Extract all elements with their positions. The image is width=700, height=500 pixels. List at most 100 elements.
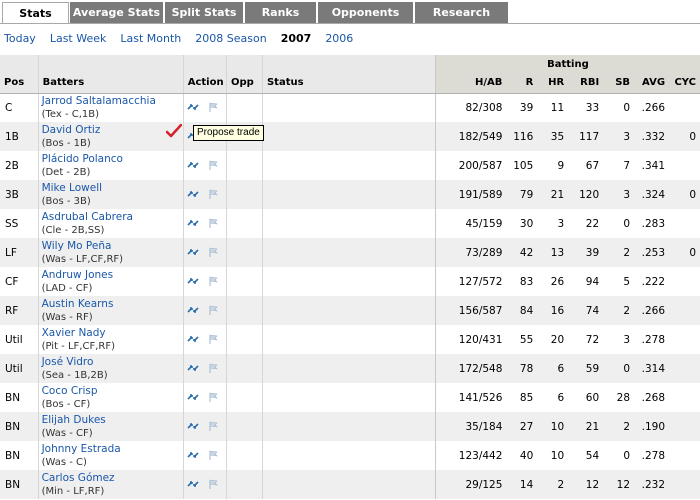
player-team-positions: (Was - C) <box>41 456 87 468</box>
position-cell: SS <box>0 209 39 238</box>
col-header-rbi[interactable]: RBI <box>568 73 604 94</box>
player-team-positions: (Bos - 1B) <box>41 137 91 149</box>
table-row: C Jarrod Saltalamacchia (Tex - C,1B) 82/308… <box>0 93 700 122</box>
trade-arrows-icon[interactable] <box>187 421 199 431</box>
player-name-link[interactable]: Xavier Nady <box>42 327 183 340</box>
tab-research[interactable]: Research <box>415 2 509 23</box>
batter-cell: Plácido Polanco (Det - 2B) <box>38 151 184 180</box>
player-name-link[interactable]: Johnny Estrada <box>42 443 183 456</box>
stats-tab-bar: Stats Average Stats Split Stats Ranks Oppone… <box>0 0 700 24</box>
trade-arrows-icon[interactable] <box>187 247 199 257</box>
trade-arrows-icon[interactable] <box>187 189 199 199</box>
trade-arrows-icon[interactable] <box>187 218 199 228</box>
col-header-pos[interactable]: Pos <box>0 73 39 94</box>
status-cell <box>262 267 435 296</box>
stat-rbi-cell: 67 <box>585 159 600 172</box>
position-cell: 3B <box>0 180 39 209</box>
flag-icon[interactable] <box>208 218 218 228</box>
player-name-link[interactable]: Coco Crisp <box>42 385 183 398</box>
table-row: Util Xavier Nady (Pit - LF,CF,RF) 120/431 55… <box>0 325 700 354</box>
trade-arrows-icon[interactable] <box>187 276 199 286</box>
stat-cyc-cell <box>669 209 700 238</box>
stat-rbi-cell: 74 <box>568 296 604 325</box>
stat-h-ab-cell: 191/589 <box>434 180 507 209</box>
player-name-link[interactable]: Wily Mo Peña <box>42 240 183 253</box>
tab-stats[interactable]: Stats <box>2 2 69 24</box>
stat-avg-cell: .283 <box>641 217 666 230</box>
table-row: BN Johnny Estrada (Was - C) 123/442 40 10 54 0.… <box>0 441 700 470</box>
player-name-link[interactable]: Jarrod Saltalamacchia <box>42 95 183 108</box>
opp-cell <box>226 267 263 296</box>
col-header-h-ab[interactable]: H/AB <box>435 73 507 94</box>
flag-icon[interactable] <box>208 363 218 373</box>
stat-h-ab-cell: 82/308 <box>434 93 507 122</box>
trade-arrows-icon[interactable] <box>187 450 199 460</box>
stat-avg-cell: .253 <box>634 238 670 267</box>
action-cell <box>183 325 227 354</box>
flag-icon[interactable] <box>208 102 218 113</box>
position-cell: CF <box>0 267 39 296</box>
tab-split-stats[interactable]: Split Stats <box>165 2 244 23</box>
stat-h-ab-cell: 45/159 <box>434 209 507 238</box>
trade-arrows-icon[interactable] <box>187 102 199 112</box>
trade-arrows-icon[interactable] <box>187 363 199 373</box>
flag-icon[interactable] <box>208 305 218 315</box>
trade-arrows-icon[interactable] <box>187 392 199 402</box>
player-name-link[interactable]: Plácido Polanco <box>42 153 183 166</box>
trade-arrows-icon[interactable] <box>187 305 199 315</box>
filter-last-week[interactable]: Last Week <box>50 32 107 48</box>
stat-sb-cell: 3 <box>603 122 635 151</box>
flag-icon[interactable] <box>208 334 218 344</box>
stat-hr-cell: 10 <box>537 412 569 441</box>
stat-r-cell: 55 <box>519 333 534 346</box>
filter-last-month[interactable]: Last Month <box>120 32 181 48</box>
player-name-link[interactable]: Carlos Gómez <box>42 472 183 485</box>
opp-cell <box>226 180 263 209</box>
player-name-link[interactable]: José Vidro <box>42 356 183 369</box>
col-header-r[interactable]: R <box>506 73 538 94</box>
stat-r-cell: 79 <box>506 180 538 209</box>
stat-avg-cell: .332 <box>634 122 670 151</box>
player-name-link[interactable]: Asdrubal Cabrera <box>42 211 183 224</box>
status-cell <box>262 412 436 441</box>
flag-icon[interactable] <box>208 421 218 431</box>
flag-icon[interactable] <box>208 160 218 170</box>
action-cell <box>183 180 227 209</box>
flag-icon[interactable] <box>208 479 218 489</box>
col-header-avg[interactable]: AVG <box>634 73 670 94</box>
stat-hr-cell: 21 <box>537 180 569 209</box>
player-name-link[interactable]: Austin Kearns <box>42 298 183 311</box>
flag-icon[interactable] <box>208 450 218 460</box>
status-cell <box>262 296 436 325</box>
tab-average-stats[interactable]: Average Stats <box>70 2 164 23</box>
trade-arrows-icon[interactable] <box>187 334 199 344</box>
flag-icon[interactable] <box>208 276 218 286</box>
col-header-sb[interactable]: SB <box>603 73 635 94</box>
col-header-hr[interactable]: HR <box>537 73 569 94</box>
stat-cyc-cell <box>669 296 700 325</box>
player-name-link[interactable]: Mike Lowell <box>42 182 183 195</box>
flag-icon[interactable] <box>208 247 218 257</box>
position-cell: 2B <box>0 151 39 180</box>
tab-opponents[interactable]: Opponents <box>318 2 414 23</box>
filter-2008-season[interactable]: 2008 Season <box>195 32 266 48</box>
flag-icon[interactable] <box>208 189 218 199</box>
stat-cyc-cell: 0 <box>669 180 700 209</box>
player-name-link[interactable]: Elijah Dukes <box>42 414 183 427</box>
status-cell <box>262 209 435 238</box>
stat-hr-cell: 6 <box>557 391 565 404</box>
col-header-cyc[interactable]: CYC <box>669 73 700 94</box>
filter-2006[interactable]: 2006 <box>325 32 353 48</box>
stat-sb-cell: 2 <box>603 238 635 267</box>
opp-cell <box>226 93 263 122</box>
trade-arrows-icon[interactable] <box>187 479 199 489</box>
batter-cell: Elijah Dukes (Was - CF) <box>38 412 184 441</box>
player-name-link[interactable]: David Ortiz <box>42 124 183 137</box>
tab-ranks[interactable]: Ranks <box>245 2 317 23</box>
flag-icon[interactable] <box>208 392 218 402</box>
filter-today[interactable]: Today <box>4 32 36 48</box>
player-name-link[interactable]: Andruw Jones <box>42 269 183 282</box>
col-header-batters[interactable]: Batters <box>38 73 184 94</box>
trade-arrows-icon[interactable] <box>187 160 199 170</box>
stat-avg-cell: .324 <box>634 180 670 209</box>
